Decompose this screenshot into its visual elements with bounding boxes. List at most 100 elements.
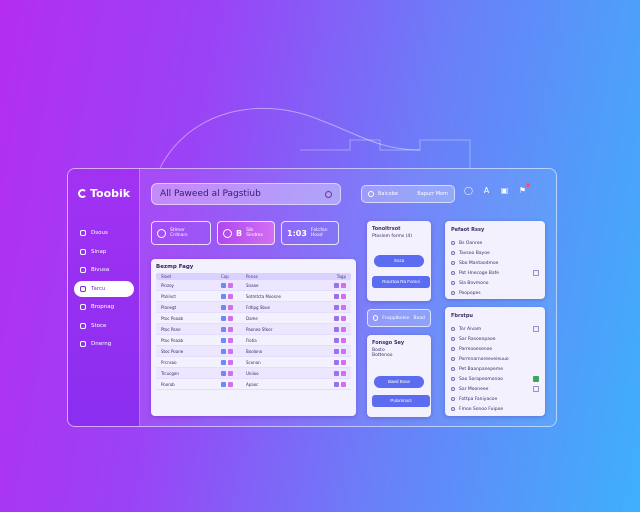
tag-chip[interactable] xyxy=(221,315,226,321)
tag-chip[interactable] xyxy=(228,282,233,288)
sidebar-item-4-active[interactable]: Tarcu xyxy=(74,280,134,297)
delete-icon[interactable] xyxy=(341,315,346,321)
tag-chip[interactable] xyxy=(221,326,226,332)
checkbox[interactable] xyxy=(533,326,539,332)
list-item-label: Tor Aivam xyxy=(459,326,482,332)
delete-icon[interactable] xyxy=(341,370,346,376)
tag-chip[interactable] xyxy=(221,304,226,310)
list-item[interactable]: Sao Sorapeomonao xyxy=(451,374,539,384)
delete-icon[interactable] xyxy=(341,348,346,354)
sidebar-item-1[interactable]: Dsous xyxy=(74,225,134,241)
search-icon[interactable] xyxy=(325,190,332,198)
checkbox[interactable] xyxy=(533,270,539,276)
tag-chip[interactable] xyxy=(228,304,233,310)
list-item[interactable]: Fottpa Faniyacoe xyxy=(451,394,539,404)
tag-chip[interactable] xyxy=(228,359,233,365)
column-header[interactable]: Sloet xyxy=(161,274,221,279)
stat-card-3[interactable]: 1:03 Fotcfan Hoad xyxy=(281,221,339,245)
table-row[interactable]: Pinzoy Snaae xyxy=(156,280,351,291)
tag-chip[interactable] xyxy=(221,348,226,354)
tag-chip[interactable] xyxy=(221,282,226,288)
sidebar-item-2[interactable]: Sinap xyxy=(74,244,134,260)
column-header[interactable]: Tagp xyxy=(337,274,346,279)
checkbox[interactable] xyxy=(533,386,539,392)
list-item[interactable]: Poopopes xyxy=(451,288,539,298)
sidebar-item-3[interactable]: Bivusa xyxy=(74,262,134,278)
table-row[interactable]: Prcnsoo Sconan xyxy=(156,357,351,368)
edit-icon[interactable] xyxy=(334,370,339,376)
card2-primary-button[interactable]: Baed Bose xyxy=(374,376,424,388)
edit-icon[interactable] xyxy=(334,304,339,310)
tag-chip[interactable] xyxy=(228,381,233,387)
table-row[interactable]: Planegt Fdtipg Sbue xyxy=(156,302,351,313)
tag-chip[interactable] xyxy=(228,326,233,332)
notification-bell-icon[interactable]: ⚑ xyxy=(518,183,530,195)
list-item[interactable]: Fmoo Sonoo Fuipoe xyxy=(451,404,539,414)
stat-card-2[interactable]: B Sib Sindres xyxy=(217,221,275,245)
delete-icon[interactable] xyxy=(341,381,346,387)
tag-chip[interactable] xyxy=(221,381,226,387)
list-item[interactable]: Sbo Mantaodmoe xyxy=(451,258,539,268)
text-icon[interactable]: A xyxy=(482,186,491,195)
tag-chip[interactable] xyxy=(228,348,233,354)
table-row[interactable]: Ptolinct Sotmtcta Moosne xyxy=(156,291,351,302)
secondary-search-input[interactable]: Baicobe Bapurr Mom xyxy=(361,185,455,203)
list-item[interactable]: Sar Mooneee xyxy=(451,384,539,394)
delete-icon[interactable] xyxy=(341,293,346,299)
list-item[interactable]: Parmooesenoe xyxy=(451,344,539,354)
main-search-bar[interactable]: All Paweed al Pagstiub xyxy=(151,183,341,205)
sidebar-item-6[interactable]: Stoce xyxy=(74,318,134,334)
edit-icon[interactable] xyxy=(334,337,339,343)
list-item-label: Bs Oanroe xyxy=(459,240,483,246)
list-item[interactable]: Tavsoo Bayoe xyxy=(451,248,539,258)
list-item[interactable]: Tor Aivam xyxy=(451,324,539,334)
edit-icon[interactable] xyxy=(334,315,339,321)
tag-chip[interactable] xyxy=(221,337,226,343)
card1-secondary-button[interactable]: Rouztoa Ra Forsoi xyxy=(372,276,430,288)
app-logo[interactable]: Toobik xyxy=(78,187,130,200)
edit-icon[interactable] xyxy=(334,293,339,299)
edit-icon[interactable] xyxy=(334,282,339,288)
tag-chip[interactable] xyxy=(228,337,233,343)
tag-chip[interactable] xyxy=(228,370,233,376)
column-header[interactable]: Cap xyxy=(221,274,246,279)
list-item[interactable]: Pormnarnoreeveieuuo xyxy=(451,354,539,364)
grid-icon[interactable]: ▣ xyxy=(500,186,509,195)
column-header[interactable]: Ponas xyxy=(246,274,298,279)
stat-card-1[interactable]: Stlmer Crdnars xyxy=(151,221,211,245)
card2-secondary-button[interactable]: Pulomnoct xyxy=(372,395,430,407)
delete-icon[interactable] xyxy=(341,282,346,288)
checkbox-checked[interactable] xyxy=(533,376,539,382)
sidebar-item-5[interactable]: Bropnag xyxy=(74,299,134,315)
edit-icon[interactable] xyxy=(334,326,339,332)
table-row[interactable]: Stoc Poane Boolono xyxy=(156,346,351,357)
tag-chip[interactable] xyxy=(228,315,233,321)
table-header: Sloet Cap Ponas Tagp xyxy=(156,273,351,280)
table-row[interactable]: Poorob Apaoc xyxy=(156,379,351,390)
list-item[interactable]: Sar Rasoenpaoe xyxy=(451,334,539,344)
delete-icon[interactable] xyxy=(341,326,346,332)
tag-chip[interactable] xyxy=(228,293,233,299)
table-row[interactable]: Trcucgen Uniioo xyxy=(156,368,351,379)
edit-icon[interactable] xyxy=(334,348,339,354)
sidebar-item-7[interactable]: Dnerng xyxy=(74,336,134,352)
tag-chip[interactable] xyxy=(221,293,226,299)
card1-primary-button[interactable]: Soza xyxy=(374,255,424,267)
list-item[interactable]: Pet Baanpanepeme xyxy=(451,364,539,374)
table-row[interactable]: Ptoc Pane Paoneo Sfoor xyxy=(156,324,351,335)
delete-icon[interactable] xyxy=(341,304,346,310)
delete-icon[interactable] xyxy=(341,337,346,343)
edit-icon[interactable] xyxy=(334,381,339,387)
refresh-icon[interactable]: ◯ xyxy=(464,186,473,195)
edit-icon[interactable] xyxy=(334,359,339,365)
delete-icon[interactable] xyxy=(341,359,346,365)
table-row[interactable]: Ptoc Poaab Dame xyxy=(156,313,351,324)
list-item[interactable]: Bs Oanroe xyxy=(451,238,539,248)
bullet-icon xyxy=(451,387,455,391)
list-item[interactable]: Sla Bovmono xyxy=(451,278,539,288)
tag-chip[interactable] xyxy=(221,370,226,376)
list-item[interactable]: Pot Hnecoge Bafe xyxy=(451,268,539,278)
table-row[interactable]: Ptoc Poaab Fiotia xyxy=(156,335,351,346)
info-strip[interactable]: Fnspplbolen Boad xyxy=(367,309,431,327)
tag-chip[interactable] xyxy=(221,359,226,365)
